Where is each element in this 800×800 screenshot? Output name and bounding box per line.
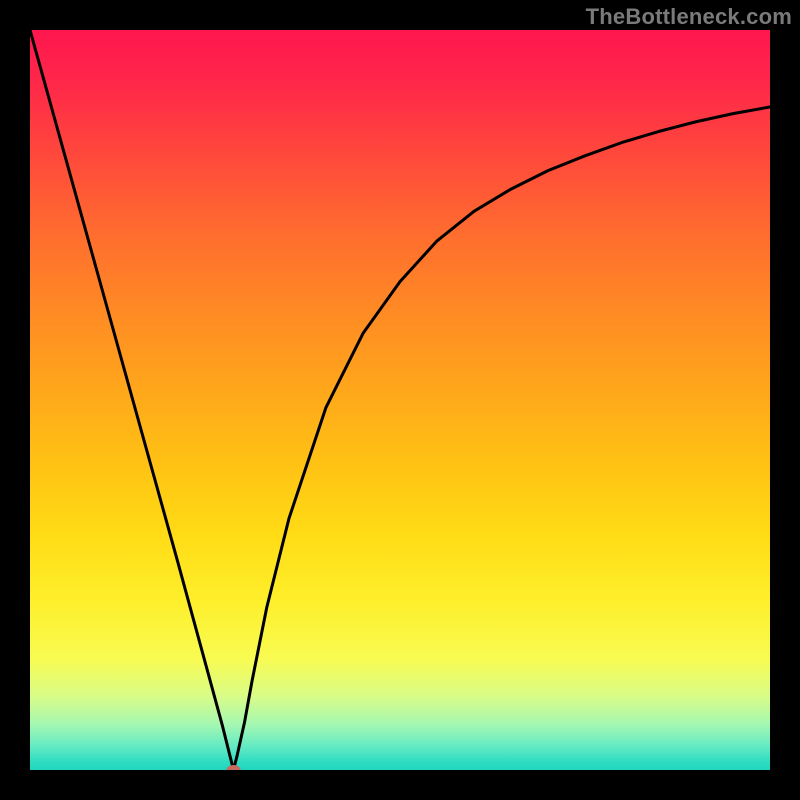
- chart-plot-area: [30, 30, 770, 770]
- curve-svg: [30, 30, 770, 770]
- watermark-text: TheBottleneck.com: [586, 4, 792, 30]
- min-point-marker: [227, 765, 241, 770]
- bottleneck-curve: [30, 30, 770, 770]
- outer-frame: TheBottleneck.com: [0, 0, 800, 800]
